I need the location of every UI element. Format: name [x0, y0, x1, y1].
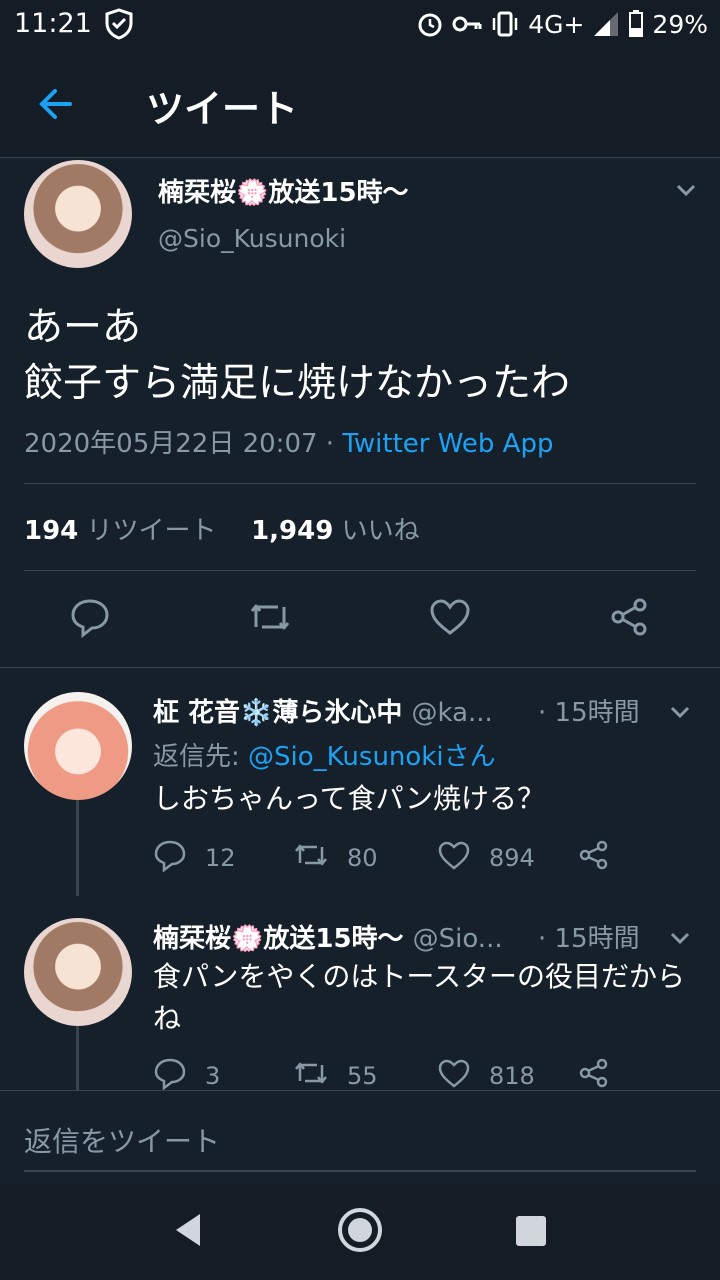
tweet-text: あーあ 餃子すら満足に焼けなかったわ — [24, 305, 571, 406]
compose-underline — [24, 1170, 696, 1172]
back-arrow-icon[interactable] — [34, 82, 78, 126]
section-divider — [0, 667, 720, 668]
tweet-actions — [0, 595, 720, 647]
nav-recents-icon[interactable] — [514, 1206, 550, 1258]
share-icon[interactable] — [608, 595, 652, 639]
battery-icon — [628, 10, 644, 38]
reply-to-label: 返信先: — [153, 742, 249, 772]
chevron-down-icon[interactable] — [674, 178, 698, 202]
reply-actions: 3 55 818 — [153, 1056, 633, 1092]
retweet-count: 80 — [347, 844, 378, 872]
tweet-stats: 194 リツイート 1,949 いいね — [24, 510, 420, 547]
like-count[interactable]: 1,949 — [251, 516, 333, 546]
like-count: 818 — [489, 1062, 535, 1090]
author-handle[interactable]: @Sio_Kusunoki — [158, 224, 346, 253]
page-title: ツイート — [146, 87, 299, 131]
retweet-icon[interactable] — [248, 595, 292, 639]
reply-name-text: 柾 花音❄️薄ら氷心中 — [153, 698, 403, 728]
retweet-icon[interactable] — [293, 838, 329, 878]
reply-avatar[interactable] — [24, 918, 132, 1026]
reply-text: しおちゃんって食パン焼ける？ — [153, 782, 546, 815]
tweet-source[interactable]: Twitter Web App — [342, 429, 553, 459]
reply-avatar[interactable] — [24, 692, 132, 800]
reply-count: 12 — [205, 844, 236, 872]
network-type: 4G+ — [528, 9, 585, 39]
key-icon — [452, 14, 482, 34]
reply-icon[interactable] — [68, 595, 112, 639]
reply-display-name[interactable]: 楠栞桜💮放送15時〜 @Sio... — [153, 918, 503, 955]
chevron-down-icon[interactable] — [668, 926, 692, 950]
shield-icon — [104, 8, 134, 44]
reply-handle: @ka... — [411, 698, 493, 728]
reply-to: 返信先: @Sio_Kusunokiさん — [153, 736, 496, 773]
retweet-count[interactable]: 194 — [24, 516, 78, 546]
like-label[interactable]: いいね — [342, 516, 420, 546]
reply-count: 3 — [205, 1062, 221, 1090]
reply-display-name[interactable]: 柾 花音❄️薄ら氷心中 @ka... — [153, 692, 493, 729]
status-bar: 11:21 4G+ 29% — [0, 0, 720, 48]
tweet-date: 2020年05月22日 20:07 — [24, 429, 318, 459]
nav-back-icon[interactable] — [168, 1206, 208, 1258]
thread-line — [76, 800, 79, 896]
meta-separator: · — [317, 429, 343, 459]
reply-icon[interactable] — [153, 838, 187, 878]
status-time: 11:21 — [14, 8, 92, 39]
author-avatar[interactable] — [24, 160, 132, 268]
retweet-count: 55 — [347, 1062, 378, 1090]
vibrate-icon — [490, 10, 520, 38]
battery-level: 29% — [652, 9, 708, 39]
reply-time: · 15時間 — [538, 924, 640, 954]
compose-divider — [0, 1090, 720, 1091]
like-icon[interactable] — [437, 838, 471, 878]
thread-line — [76, 1026, 79, 1090]
share-icon[interactable] — [577, 838, 611, 878]
divider — [24, 483, 696, 484]
reply-compose-input[interactable]: 返信をツイート — [24, 1120, 220, 1160]
reply-actions: 12 80 894 — [153, 838, 633, 874]
reply-handle: @Sio... — [412, 924, 503, 954]
signal-icon — [592, 10, 620, 38]
author-display-name[interactable]: 楠栞桜💮放送15時〜 — [158, 172, 409, 209]
like-count: 894 — [489, 844, 535, 872]
like-icon[interactable] — [428, 595, 472, 639]
retweet-label[interactable]: リツイート — [87, 516, 217, 546]
reply-text: 食パンをやくのはトースターの役目だからね — [153, 960, 686, 1035]
system-nav-bar — [0, 1184, 720, 1280]
divider — [24, 570, 696, 571]
reply-time: · 15時間 — [538, 698, 640, 728]
reply-to-mention[interactable]: @Sio_Kusunokiさん — [248, 742, 496, 772]
chevron-down-icon[interactable] — [668, 700, 692, 724]
nav-home-icon[interactable] — [336, 1206, 384, 1258]
tweet-meta: 2020年05月22日 20:07 · Twitter Web App — [24, 423, 553, 460]
reply-name-text: 楠栞桜💮放送15時〜 — [153, 924, 404, 954]
alarm-icon — [416, 10, 444, 38]
app-bar: ツイート — [0, 48, 720, 158]
